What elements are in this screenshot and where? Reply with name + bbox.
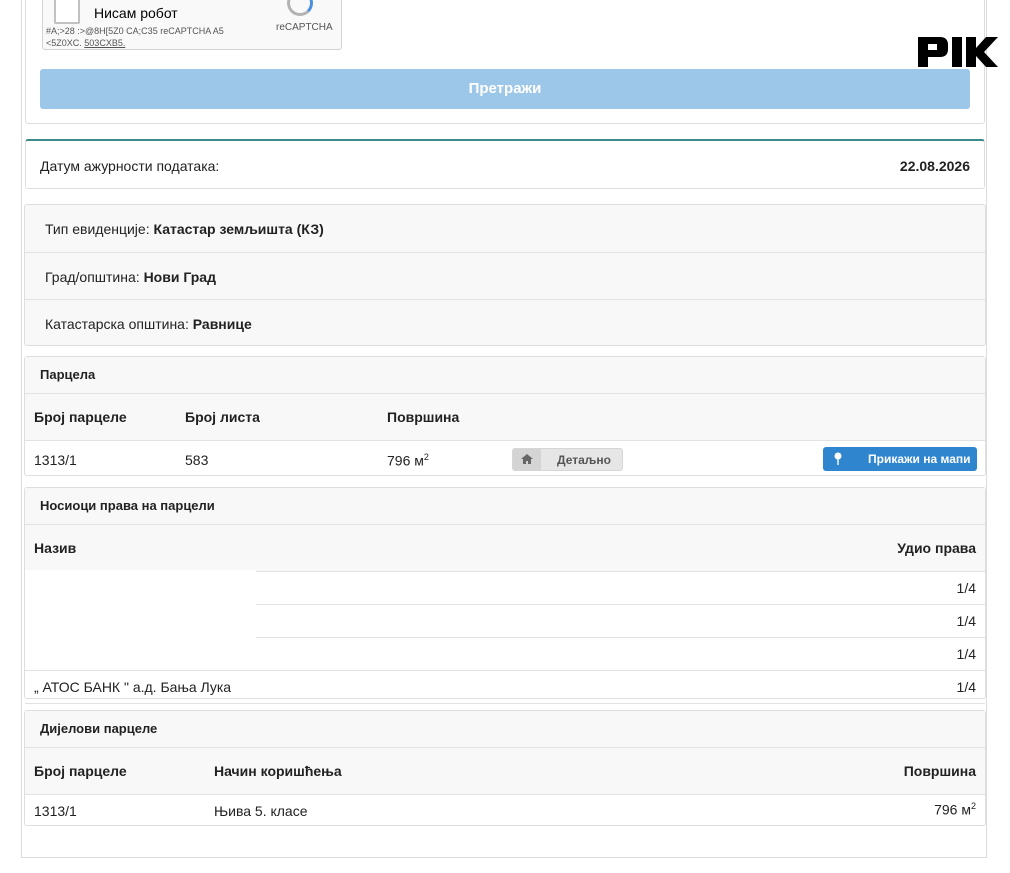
city-label: Град/општина:	[45, 269, 140, 285]
cadastral-label: Катастарска општина:	[45, 316, 189, 332]
recaptcha-brand: reCAPTCHA	[276, 22, 333, 33]
col-area: Површина	[387, 409, 460, 425]
table-row: 1313/1 583 796 м2 Детаљно Прикажи на мап…	[25, 441, 985, 477]
parcel-panel: Парцела Број парцеле Број листа Површина…	[24, 356, 986, 476]
recaptcha-terms-text: #A;>28 :>@8H[5Z0 CA;C35 reCAPTCHA A5 <5Z…	[46, 26, 224, 48]
owners-table-header: Назив Удио права	[25, 525, 985, 572]
parcel-panel-title: Парцела	[25, 357, 985, 394]
city-value: Нови Град	[143, 269, 216, 285]
part-usage: Њива 5. класе	[214, 803, 308, 819]
detail-button[interactable]: Детаљно	[512, 448, 623, 471]
owner-share: 1/4	[956, 580, 976, 596]
owner-name: „ АТОС БАНК " а.д. Бања Лука	[34, 679, 232, 695]
data-update-value: 22.08.2026	[899, 158, 970, 174]
data-update-label: Датум ажурности података:	[40, 158, 220, 174]
owner-share: 1/4	[956, 679, 976, 695]
col-parcel-number: Број парцеле	[34, 409, 127, 425]
record-type-row: Тип евиденције: Катастар земљишта (КЗ)	[25, 205, 985, 252]
parcel-number: 1313/1	[34, 452, 77, 468]
part-number: 1313/1	[34, 803, 77, 819]
owners-panel-title: Носиоци права на парцели	[25, 488, 985, 525]
recaptcha-label: Нисам робот	[94, 5, 178, 21]
show-on-map-label: Прикажи на мапи	[868, 452, 971, 466]
owners-panel: Носиоци права на парцели Назив Удио прав…	[24, 487, 986, 704]
cadastral-value: Равнице	[192, 316, 252, 332]
part-area: 796 м2	[934, 801, 976, 818]
table-row: „ АТОС БАНК " а.д. Бања Лука 1/4	[25, 671, 985, 704]
recaptcha-widget: Нисам робот #A;>28 :>@8H[5Z0 CA;C35 reCA…	[42, 0, 342, 50]
parts-table-header: Број парцеле Начин коришћења Површина	[25, 748, 985, 795]
parcel-parts-title: Дијелови парцеле	[25, 711, 985, 748]
record-type-value: Катастар земљишта (КЗ)	[153, 221, 324, 237]
data-update-card: Датум ажурности података: 22.08.2026	[25, 139, 985, 189]
cadastral-row: Катастарска општина: Равнице	[25, 299, 985, 346]
recaptcha-terms-link[interactable]: 503CXB5.	[84, 38, 125, 48]
detail-button-label: Детаљно	[557, 453, 611, 467]
col-owner-name: Назив	[34, 540, 77, 556]
redacted-area	[25, 570, 256, 666]
city-row: Град/општина: Нови Град	[25, 252, 985, 299]
recaptcha-terms: #A;>28 :>@8H[5Z0 CA;C35 reCAPTCHA A5 <5Z…	[46, 25, 246, 49]
col-owner-share: Удио права	[897, 540, 976, 556]
parcel-info-card: Тип евиденције: Катастар земљишта (КЗ) Г…	[24, 204, 986, 346]
recaptcha-checkbox[interactable]	[54, 0, 80, 24]
search-button[interactable]: Претражи	[40, 69, 970, 109]
map-pin-icon	[834, 452, 842, 468]
col-part-number: Број парцеле	[34, 763, 127, 779]
recaptcha-logo-icon	[287, 0, 313, 16]
owner-share: 1/4	[956, 613, 976, 629]
sheet-number: 583	[185, 452, 209, 468]
record-type-label: Тип евиденције:	[45, 221, 150, 237]
col-part-area: Површина	[903, 763, 976, 779]
col-sheet-number: Број листа	[185, 409, 260, 425]
owner-share: 1/4	[956, 646, 976, 662]
show-on-map-button[interactable]: Прикажи на мапи	[823, 447, 977, 471]
col-usage: Начин коришћења	[214, 763, 342, 779]
parcel-area: 796 м2	[387, 452, 429, 469]
home-icon	[513, 449, 541, 470]
table-row: 1313/1 Њива 5. класе 796 м2	[25, 795, 985, 827]
parcel-table-header: Број парцеле Број листа Површина	[25, 394, 985, 441]
pik-logo	[918, 37, 998, 67]
parcel-parts-panel: Дијелови парцеле Број парцеле Начин кори…	[24, 710, 986, 826]
